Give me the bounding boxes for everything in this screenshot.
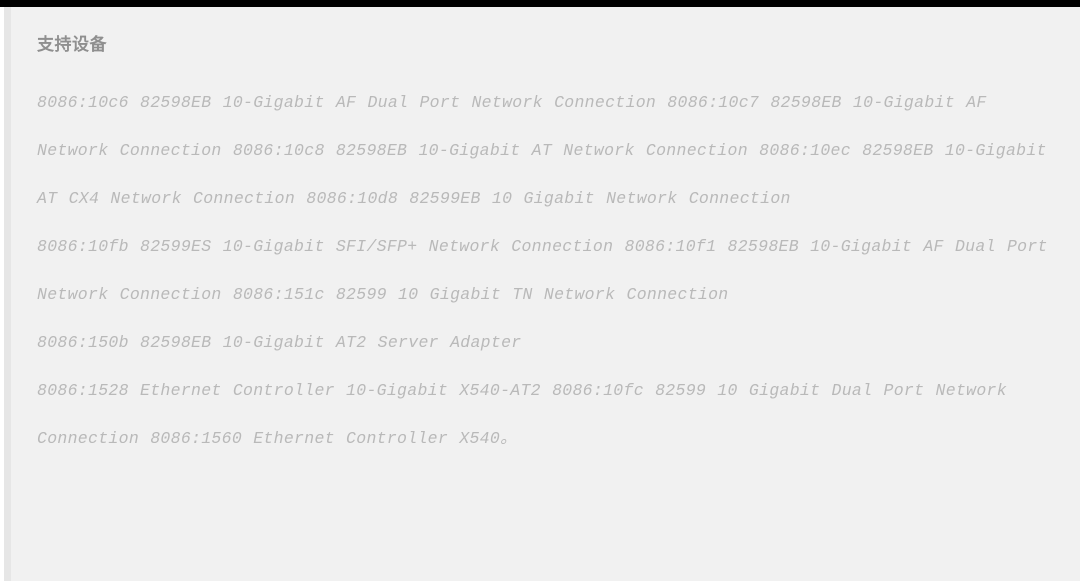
device-list-paragraph: 8086:10fb 82599ES 10-Gigabit SFI/SFP+ Ne…: [37, 237, 1048, 304]
device-list-paragraph: 8086:10c6 82598EB 10-Gigabit AF Dual Por…: [37, 93, 1047, 208]
device-list-paragraph: 8086:1528 Ethernet Controller 10-Gigabit…: [37, 381, 1007, 448]
window-chrome-bar: [0, 0, 1080, 7]
page-left-gutter: [4, 7, 11, 581]
page-title: 支持设备: [37, 35, 107, 54]
device-list-paragraph: 8086:150b 82598EB 10-Gigabit AT2 Server …: [37, 333, 522, 352]
supported-devices-panel: 支持设备 8086:10c6 82598EB 10-Gigabit AF Dua…: [11, 7, 1080, 581]
